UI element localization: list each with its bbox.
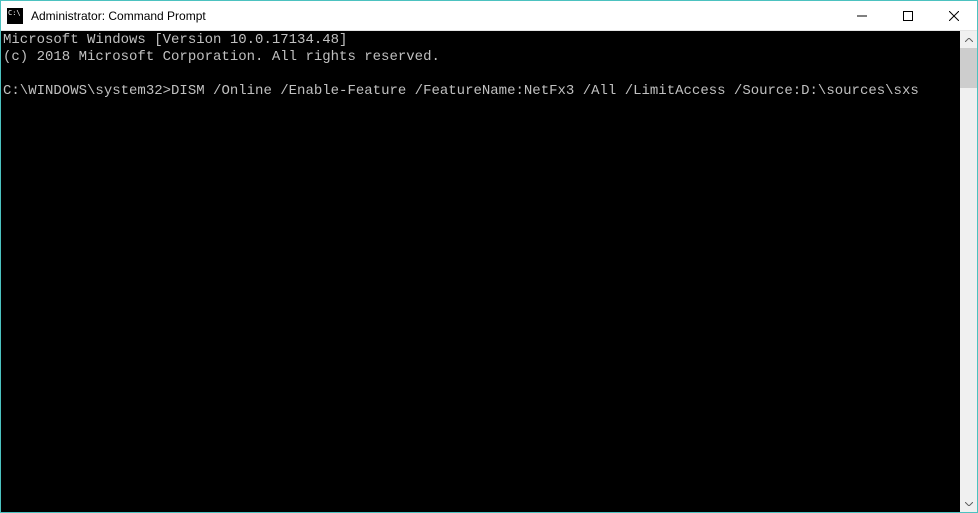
scroll-up-button[interactable]: [960, 31, 977, 48]
cmd-icon: [7, 8, 23, 24]
terminal-line-version: Microsoft Windows [Version 10.0.17134.48…: [3, 32, 347, 48]
close-button[interactable]: [931, 1, 977, 30]
scroll-thumb[interactable]: [960, 48, 977, 88]
minimize-button[interactable]: [839, 1, 885, 30]
scroll-track[interactable]: [960, 48, 977, 495]
maximize-icon: [903, 11, 913, 21]
scroll-down-button[interactable]: [960, 495, 977, 512]
terminal-prompt: C:\WINDOWS\system32>: [3, 83, 171, 99]
window-controls: [839, 1, 977, 30]
maximize-button[interactable]: [885, 1, 931, 30]
close-icon: [949, 11, 959, 21]
command-prompt-window: Administrator: Command Prompt Microsoft …: [0, 0, 978, 513]
terminal-command: DISM /Online /Enable-Feature /FeatureNam…: [171, 83, 919, 99]
terminal[interactable]: Microsoft Windows [Version 10.0.17134.48…: [1, 31, 960, 512]
chevron-up-icon: [965, 38, 973, 42]
titlebar[interactable]: Administrator: Command Prompt: [1, 1, 977, 31]
window-title: Administrator: Command Prompt: [31, 9, 206, 23]
chevron-down-icon: [965, 502, 973, 506]
terminal-area: Microsoft Windows [Version 10.0.17134.48…: [1, 31, 977, 512]
minimize-icon: [857, 11, 867, 21]
scrollbar[interactable]: [960, 31, 977, 512]
terminal-line-copyright: (c) 2018 Microsoft Corporation. All righ…: [3, 49, 440, 65]
